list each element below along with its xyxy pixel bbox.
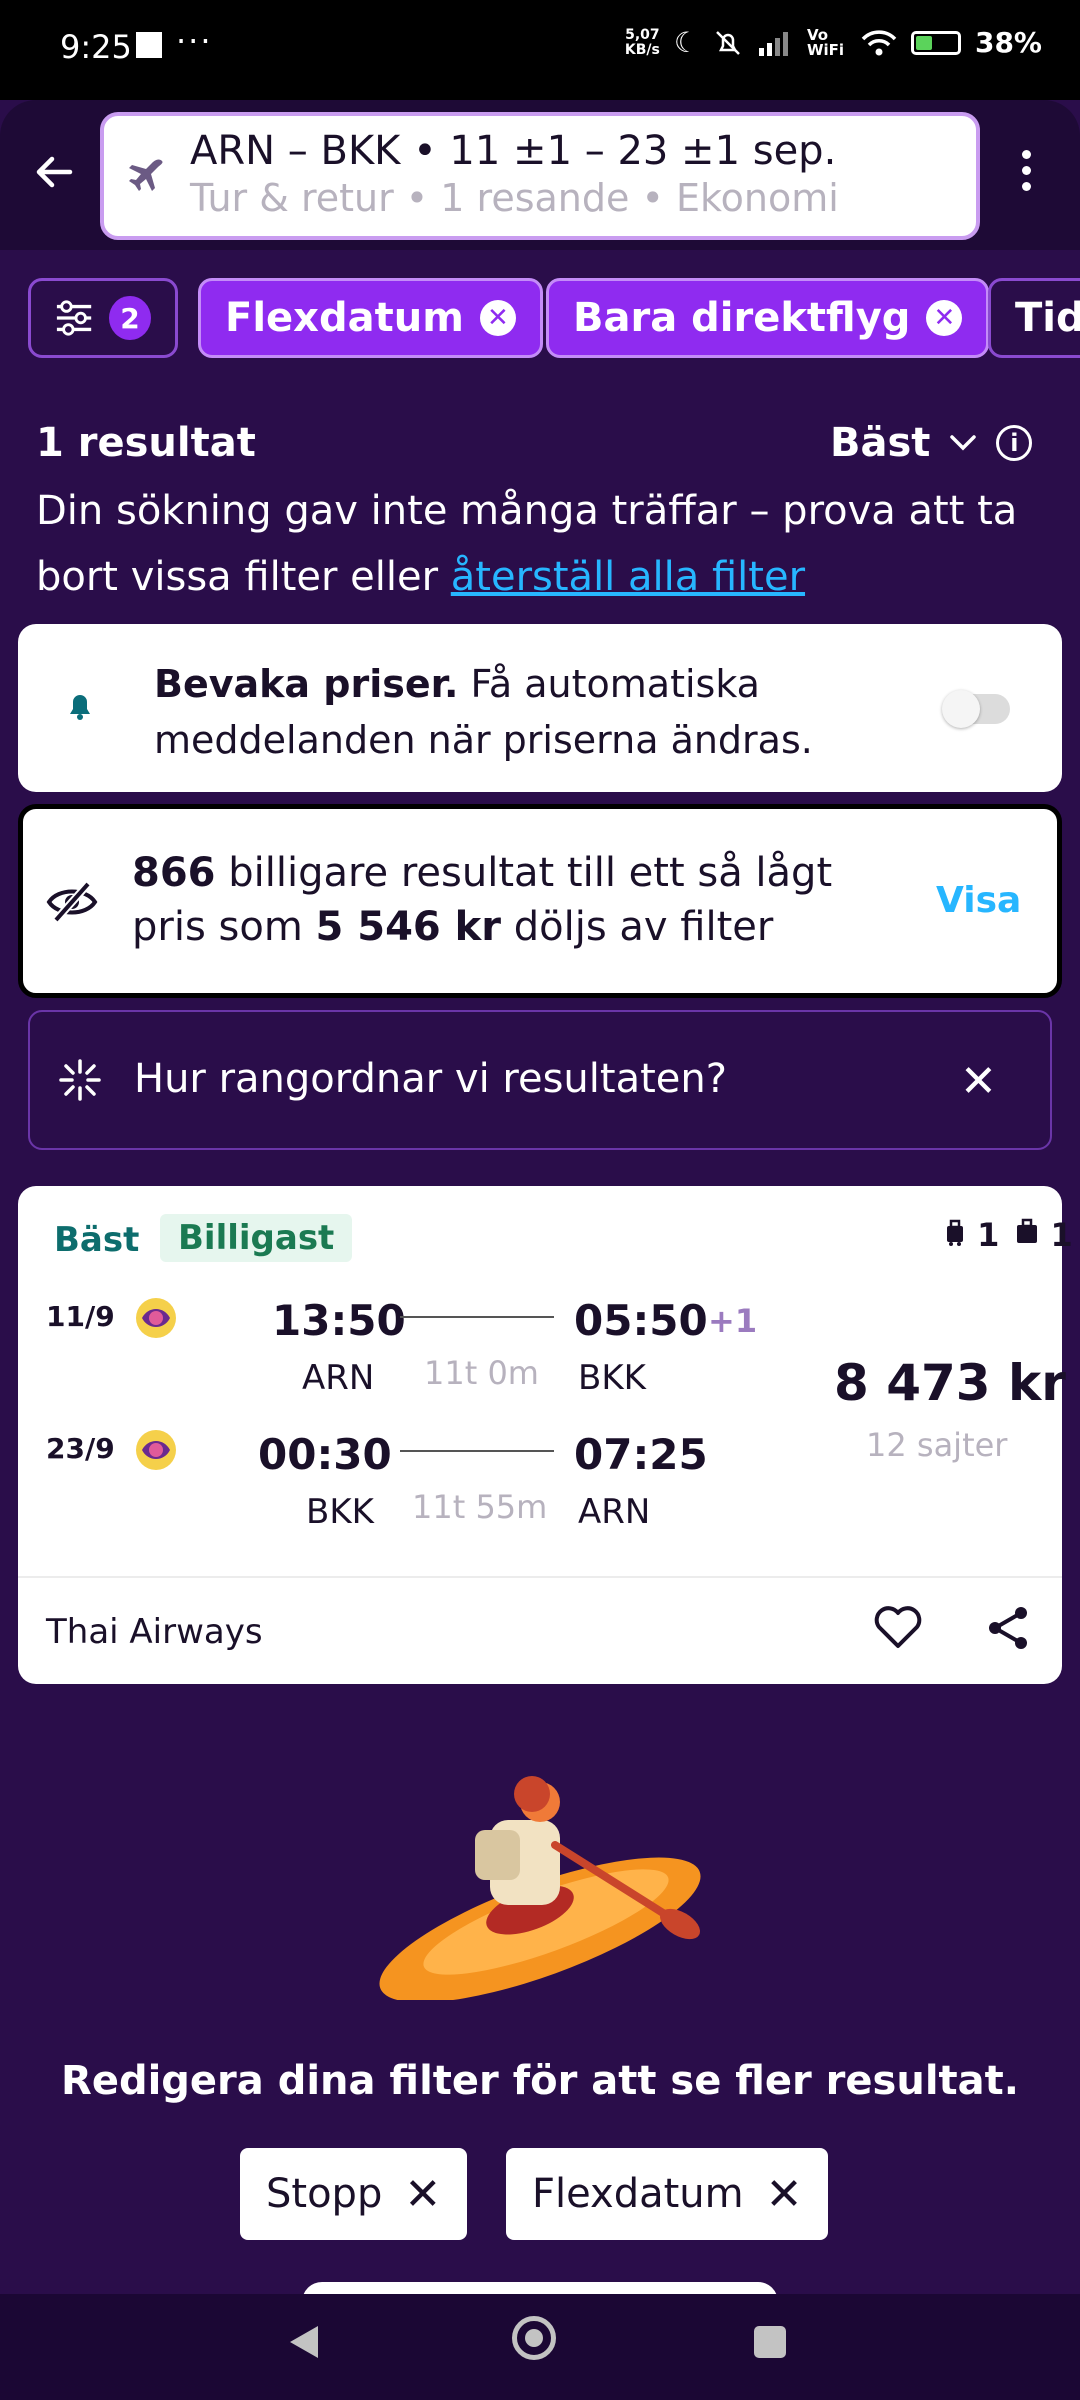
departure-time: 13:50 [272, 1296, 406, 1345]
eye-off-icon [46, 881, 98, 923]
nav-back-icon[interactable] [286, 2322, 322, 2362]
leg-date: 11/9 [46, 1300, 115, 1333]
filter-chip-label: Flexdatum [225, 295, 464, 341]
remove-filter-flexdatum[interactable]: Flexdatum ✕ [506, 2148, 829, 2240]
trip-details: Tur & retur • 1 resande • Ekonomi [190, 176, 839, 220]
flight-price: 8 473 kr [834, 1354, 1066, 1412]
heart-icon[interactable] [872, 1604, 924, 1652]
results-message: Din sökning gav inte många träffar – pro… [36, 488, 1018, 600]
edit-filters-message: Redigera dina filter för att se fler res… [61, 2058, 1019, 2104]
price-alert-toggle[interactable] [942, 690, 1010, 728]
more-menu-icon[interactable] [1016, 150, 1036, 200]
info-icon[interactable]: i [996, 425, 1033, 461]
filter-settings-button[interactable]: 2 [28, 278, 178, 358]
leg-date: 23/9 [46, 1432, 115, 1465]
carry-on-bag-icon [947, 1219, 963, 1246]
divider [18, 1576, 1062, 1578]
close-icon: ✕ [404, 2168, 442, 2220]
moon-icon: ☾ [673, 26, 699, 59]
flight-duration: 11t 55m [412, 1488, 548, 1526]
carry-on-bag: 1 [944, 1216, 999, 1254]
battery-icon [910, 30, 961, 55]
departure-airport: ARN [302, 1358, 375, 1398]
arrival-time: 07:25 [574, 1430, 708, 1479]
filter-chip-label: Tid [1015, 295, 1080, 341]
filter-chip-direct-flights[interactable]: Bara direktflyg ✕ [546, 278, 990, 358]
notification-icon [136, 32, 162, 58]
sliders-icon [56, 300, 92, 336]
filter-chip-label: Bara direktflyg [573, 295, 911, 341]
results-count: 1 resultat [36, 420, 256, 466]
plane-icon [129, 159, 163, 191]
filter-chip-time[interactable]: Tid [988, 278, 1080, 358]
wifi-icon [861, 29, 897, 55]
checked-bag-icon [1017, 1218, 1038, 1243]
reset-filters-link[interactable]: återställ alla filter [451, 554, 805, 600]
thai-airways-logo-icon [136, 1430, 176, 1470]
thai-airways-logo-icon [136, 1298, 176, 1338]
checked-bag: 1 [1015, 1216, 1073, 1254]
sort-label: Bäst [830, 420, 931, 466]
departure-time: 00:30 [258, 1430, 392, 1479]
plus-day-indicator: +1 [708, 1302, 758, 1340]
booking-sites-count: 12 sajter [866, 1426, 1008, 1464]
leg-timeline [400, 1316, 554, 1318]
route-summary: ARN – BKK • 11 ±1 – 23 ±1 sep. [190, 128, 837, 174]
network-speed: 5,07 KB/s [624, 26, 660, 58]
share-icon[interactable] [984, 1604, 1032, 1652]
nav-recents-icon[interactable] [754, 2326, 786, 2358]
close-icon[interactable]: ✕ [960, 1056, 997, 1107]
airline-name: Thai Airways [46, 1612, 263, 1652]
status-time: 9:25 [60, 28, 132, 66]
filter-chip-flexdatum[interactable]: Flexdatum ✕ [198, 278, 543, 358]
signal-icon [758, 31, 788, 56]
hidden-results-text: 866 billigare resultat till ett så lågt … [132, 850, 833, 950]
close-icon[interactable]: ✕ [926, 300, 963, 336]
arrival-airport: ARN [578, 1492, 651, 1532]
active-filter-count: 2 [109, 296, 151, 340]
baggage-info: 1 1 [944, 1216, 1073, 1254]
close-icon: ✕ [765, 2168, 803, 2220]
badge-cheapest: Billigast [160, 1214, 353, 1262]
price-alert-text: Bevaka priser. Få automatiska meddelande… [154, 662, 813, 762]
kayaker-illustration [379, 1776, 701, 2000]
badge-best: Bäst [54, 1220, 140, 1260]
flight-duration: 11t 0m [424, 1354, 539, 1392]
battery-level: 38% [974, 26, 1042, 59]
mute-icon [716, 30, 740, 55]
show-hidden-results-link[interactable]: Visa [936, 880, 1021, 921]
status-indicators: 5,07 KB/s ☾ Vo WiFi 38% [625, 26, 1042, 59]
bell-icon [70, 695, 90, 720]
sort-dropdown[interactable]: Bäst i [830, 420, 1033, 466]
close-icon[interactable]: ✕ [479, 300, 516, 336]
nav-home-icon[interactable] [512, 2316, 556, 2360]
leg-timeline [400, 1450, 554, 1452]
ranking-question: Hur rangordnar vi resultaten? [134, 1056, 727, 1102]
remove-filter-stopp[interactable]: Stopp ✕ [240, 2148, 468, 2240]
filter-chip-row: 2 Flexdatum ✕ Bara direktflyg ✕ Tid [0, 278, 1080, 360]
more-notifications-icon: ··· [176, 22, 213, 60]
back-arrow-icon[interactable] [30, 148, 78, 196]
chevron-down-icon [950, 435, 977, 451]
sparkle-icon [59, 1059, 101, 1101]
vowifi-label: Vo WiFi [806, 25, 845, 59]
arrival-time: 05:50 [574, 1296, 708, 1345]
arrival-airport: BKK [578, 1358, 646, 1398]
departure-airport: BKK [306, 1492, 374, 1532]
